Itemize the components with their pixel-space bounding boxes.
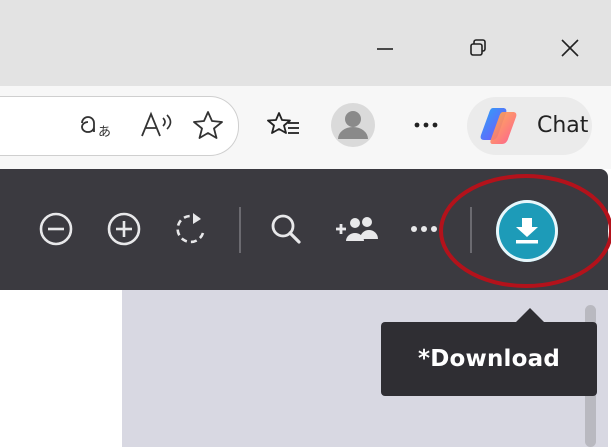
copilot-icon [480,108,517,144]
minimize-button[interactable] [362,28,408,68]
chat-label: Chat [537,113,589,138]
minimize-icon [377,48,393,50]
share-people-icon [336,217,378,241]
translate-icon: あ [81,116,111,140]
copilot-chat-button[interactable]: Chat [467,97,592,155]
viewer-more-button[interactable] [404,209,444,249]
more-icon [411,226,437,232]
svg-text:あ: あ [98,125,111,140]
settings-more-button[interactable] [405,101,447,149]
search-icon [271,214,301,244]
zoom-in-button[interactable] [104,209,144,249]
restore-button[interactable] [455,28,501,68]
profile-button[interactable] [328,101,378,149]
rotate-button[interactable] [172,209,212,249]
restore-icon [470,39,486,56]
title-bar [0,0,611,86]
translate-button[interactable]: あ [76,101,118,149]
search-button[interactable] [266,209,306,249]
zoom-in-icon [107,212,141,246]
favorites-list-icon [267,112,299,134]
download-button[interactable] [496,200,558,262]
favorites-list-button[interactable] [263,101,305,149]
tooltip-arrow [515,308,545,323]
profile-avatar-icon [331,103,375,147]
close-icon [561,39,579,57]
tooltip-text: *Download [417,346,560,372]
close-button[interactable] [547,28,593,68]
download-tooltip: *Download [381,322,597,396]
toolbar-divider [239,207,241,253]
rotate-icon [176,213,205,244]
toolbar-divider [470,207,472,253]
side-panel [0,290,122,447]
read-aloud-icon [141,111,172,137]
zoom-out-icon [39,212,73,246]
download-icon [516,218,538,244]
favorite-star-icon [193,111,223,139]
browser-toolbar: あ Chat [0,86,611,169]
more-icon [414,122,438,128]
zoom-out-button[interactable] [36,209,76,249]
favorite-button[interactable] [187,101,229,149]
share-people-button[interactable] [333,209,381,249]
read-aloud-button[interactable] [136,101,178,149]
